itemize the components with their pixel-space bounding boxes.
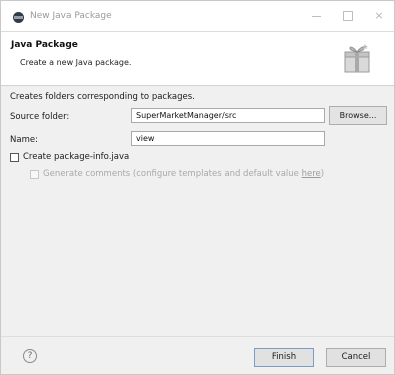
- name-label: Name:: [10, 135, 38, 145]
- help-icon[interactable]: ?: [23, 349, 37, 363]
- package-name-input[interactable]: view: [131, 131, 325, 146]
- create-package-info-label[interactable]: Create package-info.java: [23, 152, 129, 162]
- source-folder-label: Source folder:: [10, 112, 70, 122]
- maximize-icon[interactable]: [339, 10, 357, 22]
- generate-comments-label: Generate comments (configure templates a…: [43, 169, 324, 179]
- title-bar[interactable]: New Java Package ×: [1, 1, 394, 32]
- java-package-wizard-icon: [344, 44, 370, 73]
- finish-button[interactable]: Finish: [254, 348, 314, 367]
- cancel-button[interactable]: Cancel: [326, 348, 386, 367]
- eclipse-app-icon: [13, 12, 24, 23]
- wizard-banner: Java Package Create a new Java package.: [1, 32, 394, 86]
- banner-title: Java Package: [11, 40, 78, 50]
- window-title: New Java Package: [30, 11, 112, 21]
- info-text: Creates folders corresponding to package…: [10, 92, 195, 102]
- browse-button[interactable]: Browse...: [329, 106, 387, 125]
- source-folder-input[interactable]: SuperMarketManager/src: [131, 108, 325, 123]
- wizard-content: Creates folders corresponding to package…: [1, 86, 394, 336]
- configure-templates-link[interactable]: here: [302, 169, 321, 179]
- close-icon[interactable]: ×: [370, 10, 388, 22]
- new-java-package-dialog: New Java Package × Java Package Create a…: [0, 0, 395, 375]
- banner-description: Create a new Java package.: [20, 58, 132, 67]
- minimize-icon[interactable]: [307, 10, 325, 22]
- generate-comments-suffix: ): [320, 169, 325, 179]
- create-package-info-checkbox[interactable]: [10, 153, 19, 162]
- button-bar: ? Finish Cancel: [1, 336, 394, 374]
- generate-comments-text: Generate comments (configure templates a…: [43, 169, 302, 179]
- generate-comments-checkbox: [30, 170, 39, 179]
